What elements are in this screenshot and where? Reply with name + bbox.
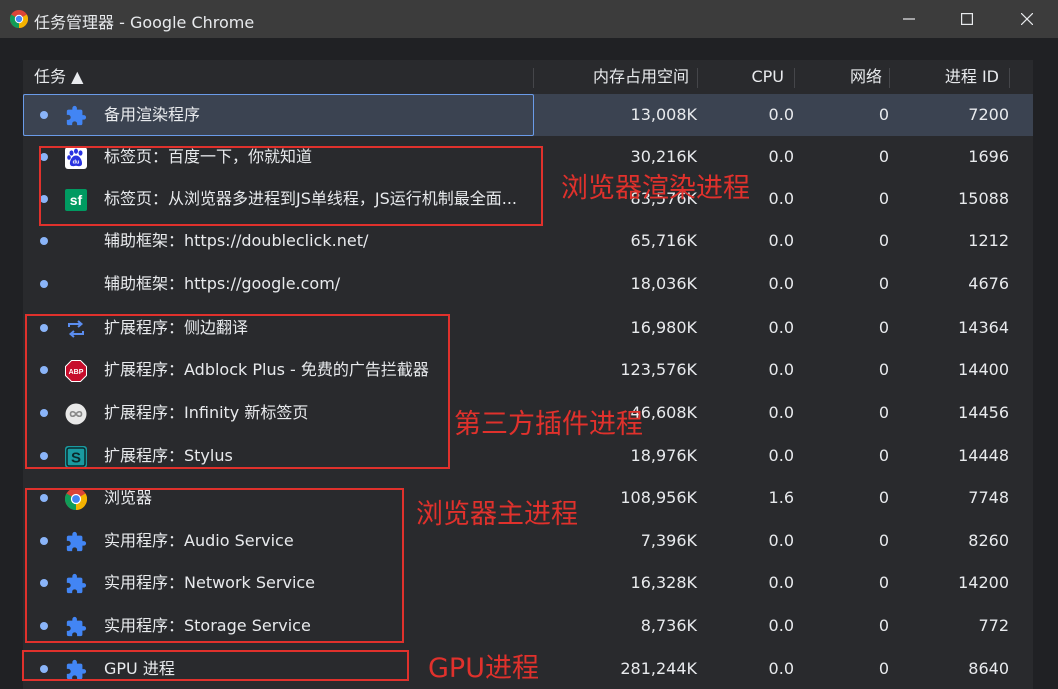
cpu-value: 1.6 [768, 488, 794, 507]
column-divider[interactable] [697, 68, 698, 88]
chrome-icon [10, 10, 28, 28]
pid-value: 1696 [968, 147, 1009, 166]
network-value: 0 [878, 189, 889, 208]
annotation-box-renderer [39, 146, 543, 226]
task-name: 备用渲染程序 [104, 105, 201, 124]
pid-value: 14448 [958, 446, 1009, 465]
column-divider[interactable] [794, 68, 795, 88]
pid-value: 772 [978, 616, 1009, 635]
memory-value: 18,036K [630, 274, 697, 293]
memory-value: 281,244K [620, 659, 697, 678]
status-dot [40, 280, 48, 288]
network-value: 0 [878, 659, 889, 678]
column-header-memory[interactable]: 内存占用空间 [563, 60, 689, 94]
annotation-box-browser [25, 488, 404, 643]
column-divider[interactable] [889, 68, 890, 88]
minimize-button[interactable] [880, 0, 938, 38]
cpu-value: 0.0 [768, 105, 794, 124]
memory-value: 16,328K [630, 573, 697, 592]
task-name: 辅助框架：https://google.com/ [104, 274, 341, 293]
column-header-cpu[interactable]: CPU [723, 60, 784, 94]
table-row[interactable]: 备用渲染程序 13,008K 0.0 0 7200 [23, 94, 1033, 136]
network-value: 0 [878, 446, 889, 465]
table-row[interactable]: 辅助框架：https://google.com/ 18,036K 0.0 0 4… [23, 263, 1033, 305]
pid-value: 14200 [958, 573, 1009, 592]
annotation-box-extensions [25, 314, 450, 469]
column-divider[interactable] [533, 68, 534, 88]
network-value: 0 [878, 105, 889, 124]
cpu-value: 0.0 [768, 446, 794, 465]
memory-value: 123,576K [620, 360, 697, 379]
status-dot [40, 111, 48, 119]
pid-value: 4676 [968, 274, 1009, 293]
annotation-label-renderer: 浏览器渲染进程 [561, 173, 750, 204]
network-value: 0 [878, 360, 889, 379]
pid-value: 14456 [958, 403, 1009, 422]
network-value: 0 [878, 531, 889, 550]
column-header-network[interactable]: 网络 [813, 60, 882, 94]
task-name: 辅助框架：https://doubleclick.net/ [104, 231, 369, 250]
network-value: 0 [878, 616, 889, 635]
pid-value: 7200 [968, 105, 1009, 124]
network-value: 0 [878, 488, 889, 507]
table-header: 任务 ▲ 内存占用空间 CPU 网络 进程 ID [23, 60, 1033, 94]
cpu-value: 0.0 [768, 318, 794, 337]
close-button[interactable] [998, 0, 1056, 38]
pid-value: 1212 [968, 231, 1009, 250]
cpu-value: 0.0 [768, 360, 794, 379]
network-value: 0 [878, 231, 889, 250]
memory-value: 7,396K [640, 531, 697, 550]
cpu-value: 0.0 [768, 531, 794, 550]
annotation-label-extensions: 第三方插件进程 [454, 409, 643, 440]
maximize-button[interactable] [938, 0, 996, 38]
annotation-label-gpu: GPU进程 [428, 653, 539, 684]
status-dot [40, 237, 48, 245]
maximize-icon [961, 13, 973, 25]
cpu-value: 0.0 [768, 573, 794, 592]
annotation-box-gpu [22, 650, 409, 681]
cpu-value: 0.0 [768, 616, 794, 635]
memory-value: 108,956K [620, 488, 697, 507]
cpu-value: 0.0 [768, 403, 794, 422]
memory-value: 18,976K [630, 446, 697, 465]
memory-value: 8,736K [640, 616, 697, 635]
cpu-value: 0.0 [768, 231, 794, 250]
network-value: 0 [878, 318, 889, 337]
memory-value: 13,008K [630, 105, 697, 124]
window-title: 任务管理器 - Google Chrome [34, 13, 255, 32]
table-row[interactable]: 辅助框架：https://doubleclick.net/ 65,716K 0.… [23, 220, 1033, 262]
pid-value: 14364 [958, 318, 1009, 337]
column-header-task[interactable]: 任务 ▲ [34, 60, 83, 94]
pid-value: 7748 [968, 488, 1009, 507]
network-value: 0 [878, 147, 889, 166]
network-value: 0 [878, 573, 889, 592]
minimize-icon [903, 18, 915, 20]
pid-value: 14400 [958, 360, 1009, 379]
column-divider[interactable] [1009, 68, 1010, 88]
network-value: 0 [878, 403, 889, 422]
annotation-label-browser: 浏览器主进程 [416, 499, 578, 530]
network-value: 0 [878, 274, 889, 293]
memory-value: 16,980K [630, 318, 697, 337]
close-icon [1021, 13, 1033, 25]
memory-value: 65,716K [630, 231, 697, 250]
pid-value: 15088 [958, 189, 1009, 208]
pid-value: 8260 [968, 531, 1009, 550]
pid-value: 8640 [968, 659, 1009, 678]
column-header-pid[interactable]: 进程 ID [903, 60, 999, 94]
title-bar: 任务管理器 - Google Chrome [0, 0, 1058, 38]
cpu-value: 0.0 [768, 659, 794, 678]
cpu-value: 0.0 [768, 274, 794, 293]
puzzle-icon [66, 105, 87, 126]
